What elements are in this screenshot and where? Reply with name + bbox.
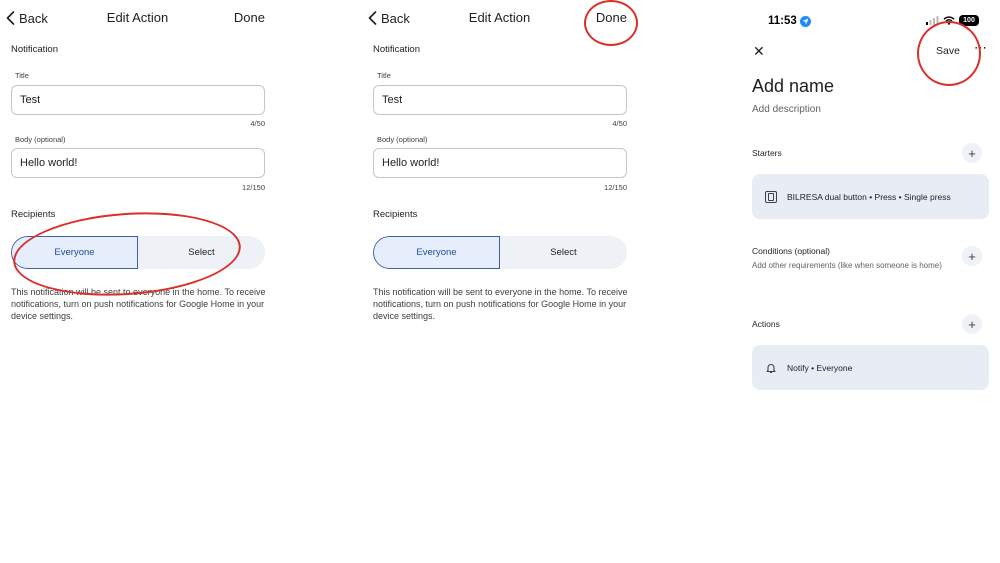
starter-card[interactable]: BILRESA dual button • Press • Single pre… (752, 174, 989, 219)
title-counter: 4/50 (250, 119, 265, 128)
conditions-subtext: Add other requirements (like when someon… (752, 261, 942, 270)
body-field-value: Hello world! (20, 157, 78, 169)
add-action-button[interactable]: + (962, 314, 982, 334)
everyone-option[interactable]: Everyone (11, 236, 138, 269)
recipients-segmented-control: Everyone Select (373, 236, 627, 269)
recipients-info-text: This notification will be sent to everyo… (373, 287, 628, 322)
time-text: 11:53 (768, 15, 797, 27)
everyone-option[interactable]: Everyone (373, 236, 500, 269)
save-button[interactable]: Save (936, 45, 960, 57)
done-button[interactable]: Done (234, 10, 265, 25)
notification-section-label: Notification (11, 44, 58, 55)
title-counter: 4/50 (612, 119, 627, 128)
done-button[interactable]: Done (596, 10, 627, 25)
close-icon[interactable]: ✕ (753, 43, 765, 60)
notification-section-label: Notification (373, 44, 420, 55)
recipients-info-text: This notification will be sent to everyo… (11, 287, 266, 322)
status-bar-time: 11:53 (768, 15, 811, 27)
body-field-label: Body (optional) (15, 135, 66, 144)
smart-button-icon (765, 190, 777, 203)
automation-description-field[interactable]: Add description (752, 104, 821, 115)
status-bar-icons: 100 (926, 15, 979, 26)
select-option[interactable]: Select (138, 236, 265, 269)
action-card[interactable]: Notify • Everyone (752, 345, 989, 390)
starters-heading: Starters (752, 148, 782, 158)
automation-name-field[interactable]: Add name (752, 76, 834, 97)
body-field[interactable]: Hello world! (11, 148, 265, 178)
actions-heading: Actions (752, 319, 780, 329)
location-arrow-icon (799, 15, 811, 27)
body-field-label: Body (optional) (377, 135, 428, 144)
conditions-heading: Conditions (optional) (752, 246, 830, 256)
recipients-section-label: Recipients (373, 209, 418, 220)
recipients-segmented-control: Everyone Select (11, 236, 265, 269)
automation-screen: 11:53 100 ✕ Save ⋯ Add name Add descript… (740, 0, 1000, 563)
edit-action-screen-1: Back Edit Action Done Notification Title… (0, 0, 275, 563)
add-starter-button[interactable]: + (962, 143, 982, 163)
recipients-section-label: Recipients (11, 209, 56, 220)
title-field-value: Test (382, 94, 403, 106)
bell-icon (766, 363, 776, 373)
plus-icon: + (968, 145, 976, 161)
title-field[interactable]: Test (11, 85, 265, 115)
body-field-value: Hello world! (382, 157, 440, 169)
body-field[interactable]: Hello world! (373, 148, 627, 178)
title-field-value: Test (20, 94, 41, 106)
action-text: Notify • Everyone (787, 362, 853, 373)
battery-icon: 100 (959, 15, 979, 26)
signal-icon (926, 16, 939, 25)
body-counter: 12/150 (242, 183, 265, 192)
select-option[interactable]: Select (500, 236, 627, 269)
edit-action-screen-2: Back Edit Action Done Notification Title… (362, 0, 638, 563)
title-field-label: Title (377, 71, 391, 80)
title-field[interactable]: Test (373, 85, 627, 115)
more-options-icon[interactable]: ⋯ (974, 40, 987, 56)
wifi-icon (943, 16, 955, 25)
plus-icon: + (968, 316, 976, 332)
plus-icon: + (968, 248, 976, 264)
title-field-label: Title (15, 71, 29, 80)
add-condition-button[interactable]: + (962, 246, 982, 266)
starter-text: BILRESA dual button • Press • Single pre… (787, 191, 951, 202)
body-counter: 12/150 (604, 183, 627, 192)
